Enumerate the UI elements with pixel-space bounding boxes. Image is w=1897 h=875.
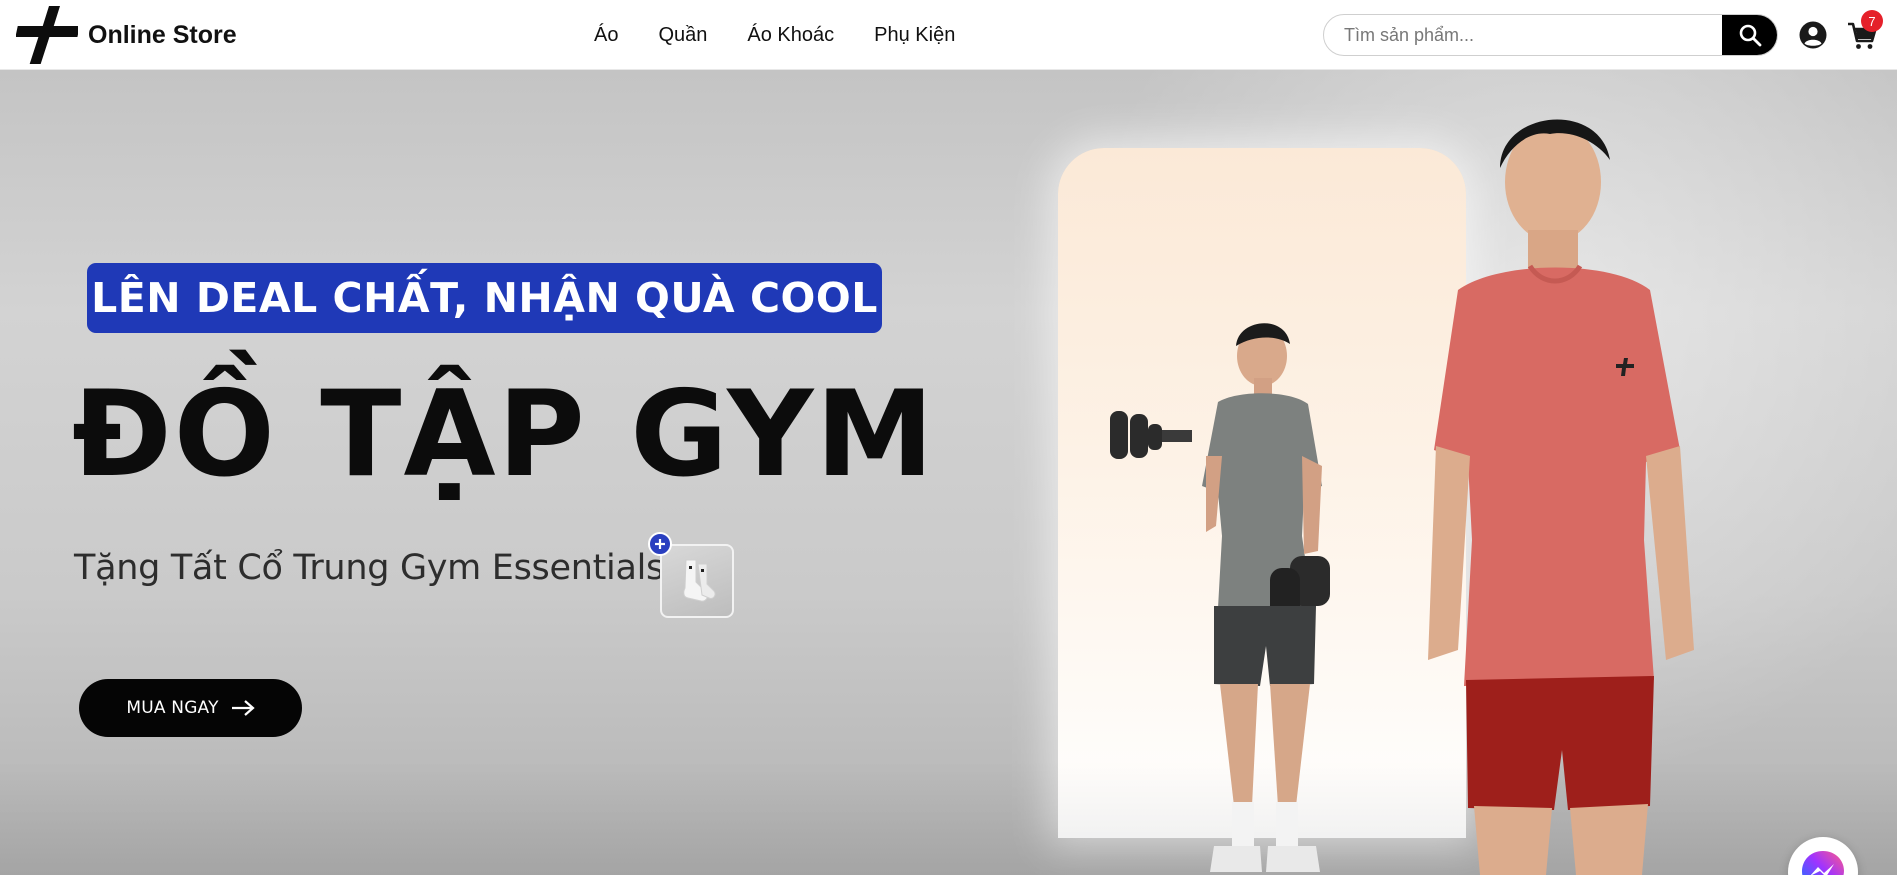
- site-header: Online Store Áo Quần Áo Khoác Phụ Kiện 7: [0, 0, 1897, 70]
- user-circle-icon[interactable]: [1798, 20, 1828, 50]
- shop-now-button[interactable]: MUA NGAY: [79, 679, 302, 737]
- logo-icon: [16, 6, 78, 64]
- search-icon: [1739, 24, 1762, 47]
- nav-item-ao[interactable]: Áo: [580, 18, 638, 52]
- shop-now-label: MUA NGAY: [126, 698, 219, 718]
- nav-item-quan[interactable]: Quần: [638, 18, 727, 52]
- hero-banner[interactable]: LÊN DEAL CHẤT, NHẬN QUÀ COOL ĐỒ TẬP GYM …: [0, 70, 1897, 875]
- promo-badge: LÊN DEAL CHẤT, NHẬN QUÀ COOL: [87, 263, 882, 333]
- brand-name: Online Store: [88, 20, 237, 49]
- gift-sock-thumbnail: [660, 544, 734, 618]
- arrow-right-icon: [231, 700, 255, 716]
- sock-image: [683, 559, 716, 602]
- main-nav: Áo Quần Áo Khoác Phụ Kiện: [580, 18, 975, 52]
- plus-icon: [648, 532, 672, 556]
- cart-count-badge: 7: [1861, 10, 1883, 32]
- nav-item-ao-khoac[interactable]: Áo Khoác: [727, 18, 854, 52]
- brand-logo-link[interactable]: Online Store: [16, 6, 237, 64]
- search-input[interactable]: [1324, 15, 1722, 55]
- model-grey-shirt-image: [1110, 323, 1330, 872]
- hero-title: ĐỒ TẬP GYM: [72, 366, 936, 504]
- promo-label: LÊN DEAL CHẤT, NHẬN QUÀ COOL: [91, 274, 878, 322]
- nav-item-phu-kien[interactable]: Phụ Kiện: [854, 18, 975, 52]
- search-bar: [1323, 14, 1778, 56]
- model-red-shirt-image: [1428, 119, 1694, 875]
- messenger-icon: [1802, 851, 1844, 875]
- hero-subtitle: Tặng Tất Cổ Trung Gym Essentials: [74, 548, 664, 588]
- search-button[interactable]: [1722, 15, 1777, 55]
